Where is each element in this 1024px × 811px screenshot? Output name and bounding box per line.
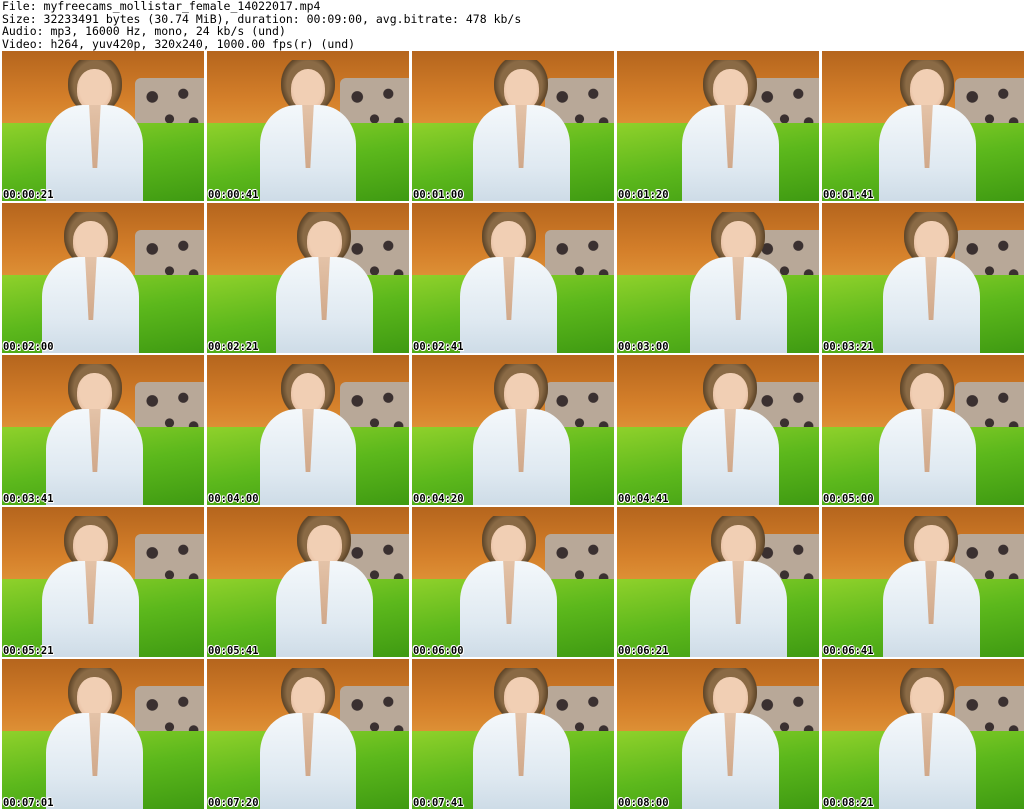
video-thumbnail: 00:00:21 xyxy=(2,51,204,201)
thumbnail-image xyxy=(822,355,1024,505)
thumbnail-timestamp: 00:06:00 xyxy=(413,645,464,657)
thumbnail-timestamp: 00:02:41 xyxy=(413,341,464,353)
thumbnail-timestamp: 00:05:41 xyxy=(208,645,259,657)
video-thumbnail: 00:04:20 xyxy=(412,355,614,505)
video-thumbnail: 00:08:21 xyxy=(822,659,1024,809)
thumbnail-image xyxy=(822,507,1024,657)
thumbnail-image xyxy=(617,659,819,809)
thumbnail-image xyxy=(412,659,614,809)
video-thumbnail: 00:01:20 xyxy=(617,51,819,201)
thumbnail-image xyxy=(412,203,614,353)
thumbnail-timestamp: 00:04:00 xyxy=(208,493,259,505)
video-thumbnail: 00:07:20 xyxy=(207,659,409,809)
video-thumbnail: 00:02:00 xyxy=(2,203,204,353)
thumbnail-timestamp: 00:08:21 xyxy=(823,797,874,809)
thumbnail-image xyxy=(2,507,204,657)
video-thumbnail: 00:07:41 xyxy=(412,659,614,809)
video-thumbnail: 00:04:41 xyxy=(617,355,819,505)
thumbnail-timestamp: 00:03:41 xyxy=(3,493,54,505)
thumbnail-image xyxy=(2,51,204,201)
video-thumbnail: 00:04:00 xyxy=(207,355,409,505)
video-thumbnail: 00:03:00 xyxy=(617,203,819,353)
thumbnail-image xyxy=(207,659,409,809)
video-thumbnail: 00:05:00 xyxy=(822,355,1024,505)
video-thumbnail: 00:06:00 xyxy=(412,507,614,657)
video-thumbnail: 00:06:21 xyxy=(617,507,819,657)
video-thumbnail: 00:06:41 xyxy=(822,507,1024,657)
video-thumbnail: 00:02:21 xyxy=(207,203,409,353)
thumbnail-timestamp: 00:02:21 xyxy=(208,341,259,353)
thumbnail-timestamp: 00:05:21 xyxy=(3,645,54,657)
video-thumbnail: 00:05:41 xyxy=(207,507,409,657)
audio-line: Audio: mp3, 16000 Hz, mono, 24 kb/s (und… xyxy=(2,24,286,39)
thumbnail-image xyxy=(822,51,1024,201)
thumbnail-timestamp: 00:01:41 xyxy=(823,189,874,201)
thumbnail-image xyxy=(2,355,204,505)
thumbnail-timestamp: 00:07:01 xyxy=(3,797,54,809)
thumbnail-timestamp: 00:00:21 xyxy=(3,189,54,201)
file-name-line: File: myfreecams_mollistar_female_140220… xyxy=(2,0,321,13)
thumbnail-image xyxy=(207,203,409,353)
thumbnail-timestamp: 00:00:41 xyxy=(208,189,259,201)
video-thumbnail: 00:05:21 xyxy=(2,507,204,657)
video-thumbnail: 00:03:41 xyxy=(2,355,204,505)
thumbnail-grid: 00:00:21 00:00:41 00:01:00 00:01:20 00:01:41… xyxy=(2,51,1024,811)
file-info-header: File: myfreecams_mollistar_female_140220… xyxy=(2,0,521,50)
thumbnail-timestamp: 00:06:41 xyxy=(823,645,874,657)
thumbnail-timestamp: 00:04:20 xyxy=(413,493,464,505)
thumbnail-image xyxy=(412,51,614,201)
thumbnail-image xyxy=(822,203,1024,353)
thumbnail-timestamp: 00:07:41 xyxy=(413,797,464,809)
video-thumbnail: 00:00:41 xyxy=(207,51,409,201)
thumbnail-image xyxy=(207,355,409,505)
thumbnail-image xyxy=(412,507,614,657)
thumbnail-timestamp: 00:03:00 xyxy=(618,341,669,353)
video-line: Video: h264, yuv420p, 320x240, 1000.00 f… xyxy=(2,36,356,51)
thumbnail-image xyxy=(207,507,409,657)
video-thumbnail: 00:08:00 xyxy=(617,659,819,809)
thumbnail-image xyxy=(412,355,614,505)
thumbnail-image xyxy=(617,355,819,505)
thumbnail-timestamp: 00:06:21 xyxy=(618,645,669,657)
thumbnail-image xyxy=(822,659,1024,809)
thumbnail-image xyxy=(617,507,819,657)
thumbnail-timestamp: 00:02:00 xyxy=(3,341,54,353)
thumbnail-timestamp: 00:05:00 xyxy=(823,493,874,505)
thumbnail-image xyxy=(2,203,204,353)
thumbnail-timestamp: 00:01:00 xyxy=(413,189,464,201)
thumbnail-timestamp: 00:04:41 xyxy=(618,493,669,505)
thumbnail-timestamp: 00:01:20 xyxy=(618,189,669,201)
thumbnail-timestamp: 00:07:20 xyxy=(208,797,259,809)
thumbnail-image xyxy=(617,51,819,201)
thumbnail-image xyxy=(617,203,819,353)
thumbnail-timestamp: 00:08:00 xyxy=(618,797,669,809)
thumbnail-image xyxy=(2,659,204,809)
video-thumbnail: 00:02:41 xyxy=(412,203,614,353)
video-thumbnail: 00:01:41 xyxy=(822,51,1024,201)
video-thumbnail: 00:01:00 xyxy=(412,51,614,201)
video-thumbnail: 00:03:21 xyxy=(822,203,1024,353)
thumbnail-image xyxy=(207,51,409,201)
thumbnail-timestamp: 00:03:21 xyxy=(823,341,874,353)
video-thumbnail: 00:07:01 xyxy=(2,659,204,809)
